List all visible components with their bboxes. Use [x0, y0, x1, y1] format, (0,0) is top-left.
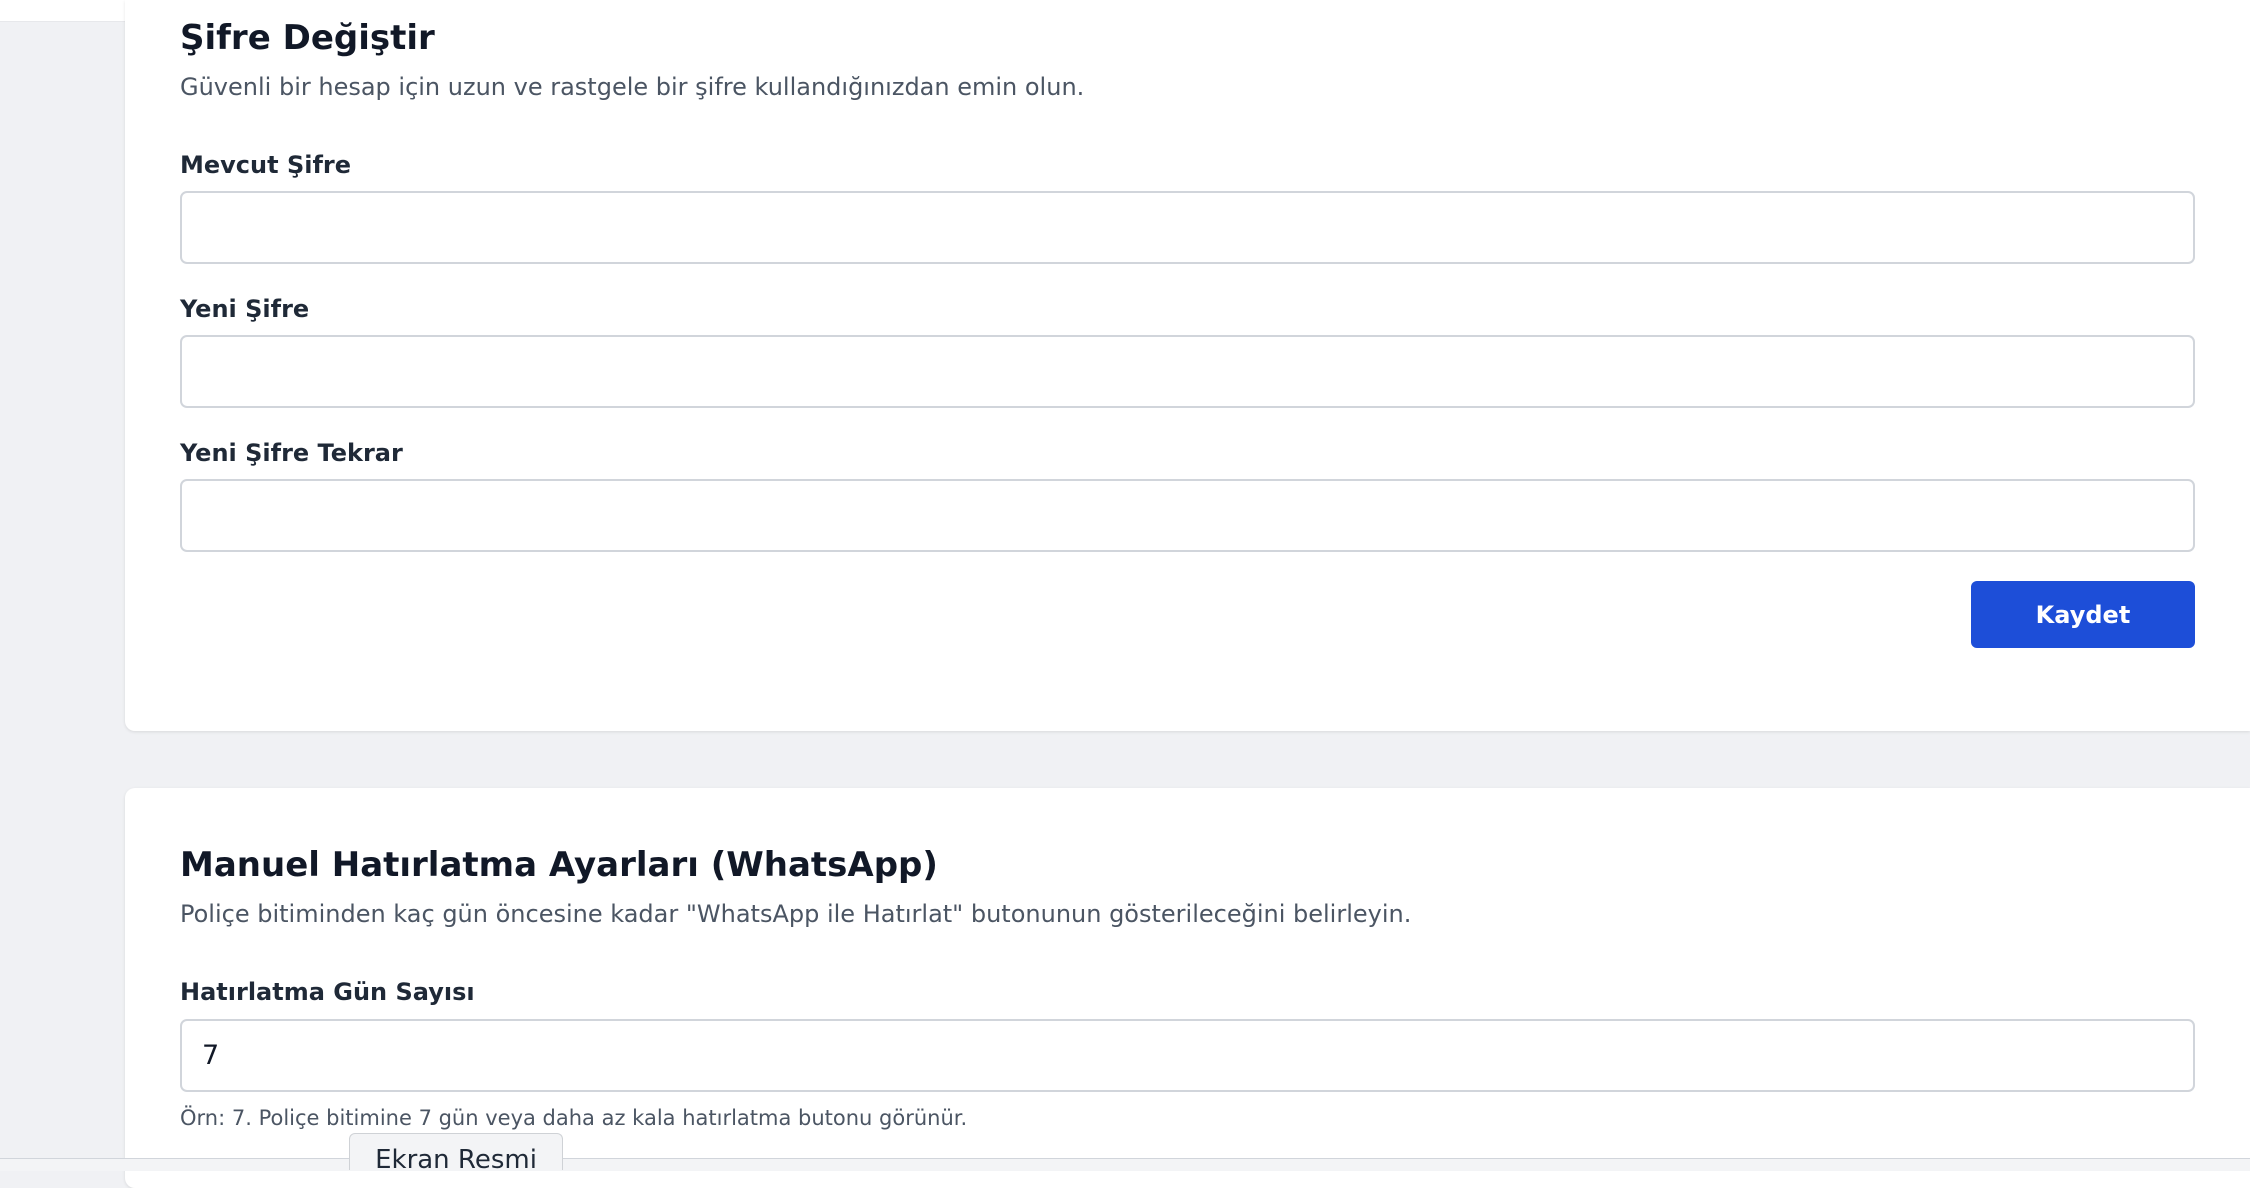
reminder-settings-card: Manuel Hatırlatma Ayarları (WhatsApp) Po…: [125, 788, 2250, 1188]
reminder-section-title: Manuel Hatırlatma Ayarları (WhatsApp): [180, 845, 938, 885]
password-change-card: Şifre Değiştir Güvenli bir hesap için uz…: [125, 0, 2250, 731]
new-password-label: Yeni Şifre: [180, 295, 310, 323]
save-button[interactable]: Kaydet: [1971, 581, 2195, 648]
password-section-description: Güvenli bir hesap için uzun ve rastgele …: [180, 73, 1085, 101]
screenshot-tooltip: Ekran Resmi: [349, 1133, 563, 1170]
current-password-label: Mevcut Şifre: [180, 151, 352, 179]
confirm-password-label: Yeni Şifre Tekrar: [180, 439, 403, 467]
new-password-input[interactable]: [180, 335, 2195, 408]
bottom-bar: [0, 1158, 2250, 1171]
password-section-title: Şifre Değiştir: [180, 18, 435, 58]
reminder-section-description: Poliçe bitiminden kaç gün öncesine kadar…: [180, 900, 1412, 928]
reminder-days-hint: Örn: 7. Poliçe bitimine 7 gün veya daha …: [180, 1106, 968, 1130]
current-password-input[interactable]: [180, 191, 2195, 264]
reminder-days-input[interactable]: [180, 1019, 2195, 1092]
confirm-password-input[interactable]: [180, 479, 2195, 552]
reminder-days-label: Hatırlatma Gün Sayısı: [180, 978, 475, 1006]
